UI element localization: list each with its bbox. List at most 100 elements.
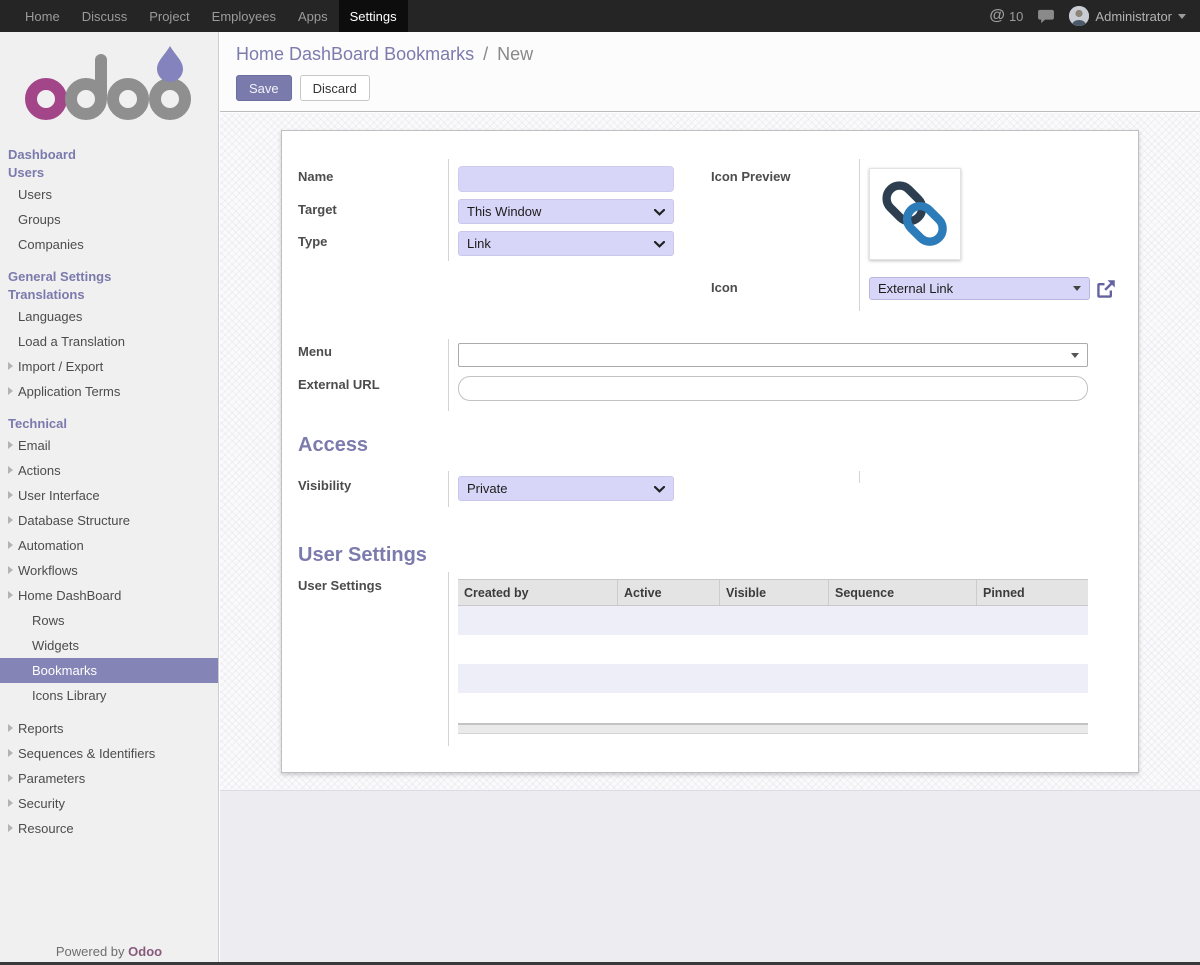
sidebar-item-security[interactable]: Security (0, 791, 218, 816)
chevron-right-icon (8, 362, 13, 370)
sidebar-item-reports[interactable]: Reports (0, 716, 218, 741)
column-visible[interactable]: Visible (720, 580, 829, 605)
menu-select[interactable] (458, 343, 1088, 367)
mentions-counter[interactable]: @ 10 (989, 7, 1023, 25)
chevron-right-icon (8, 566, 13, 574)
user-menu[interactable]: Administrator (1069, 6, 1186, 26)
chevron-right-icon (8, 466, 13, 474)
sidebar-heading-general-settings[interactable]: General Settings (0, 268, 218, 286)
sidebar-item-rows[interactable]: Rows (0, 608, 218, 633)
column-active[interactable]: Active (618, 580, 720, 605)
sidebar-item-database-structure[interactable]: Database Structure (0, 508, 218, 533)
sidebar-item-bookmarks[interactable]: Bookmarks (0, 658, 218, 683)
icon-preview-label: Icon Preview (711, 169, 790, 184)
nav-home[interactable]: Home (14, 0, 71, 32)
chevron-right-icon (8, 774, 13, 782)
external-url-input[interactable] (458, 376, 1088, 401)
sidebar-item-import-export[interactable]: Import / Export (0, 354, 218, 379)
odoo-logo (24, 46, 194, 122)
external-link-icon[interactable] (1096, 279, 1116, 299)
name-input[interactable] (458, 166, 674, 192)
nav-project[interactable]: Project (138, 0, 200, 32)
action-buttons: Save Discard (236, 75, 370, 101)
mention-count: 10 (1009, 9, 1023, 24)
sidebar-heading-translations[interactable]: Translations (0, 286, 218, 304)
sidebar-heading-technical[interactable]: Technical (0, 415, 218, 433)
chevron-right-icon (8, 591, 13, 599)
sidebar-item-resource[interactable]: Resource (0, 816, 218, 841)
chevron-down-icon (1178, 14, 1186, 19)
chevron-right-icon (8, 799, 13, 807)
chevron-right-icon (8, 824, 13, 832)
type-label: Type (298, 234, 327, 249)
sidebar-heading-dashboard[interactable]: Dashboard (0, 146, 218, 164)
table-row[interactable] (458, 606, 1088, 635)
column-sequence[interactable]: Sequence (829, 580, 977, 605)
top-menus: Home Discuss Project Employees Apps Sett… (14, 0, 408, 32)
user-settings-heading: User Settings (298, 544, 427, 567)
table-header-row: Created by Active Visible Sequence Pinne… (458, 579, 1088, 606)
icon-select[interactable]: External Link (869, 277, 1090, 300)
chevron-down-icon (654, 481, 665, 496)
sidebar-item-companies[interactable]: Companies (0, 232, 218, 257)
sidebar-item-email[interactable]: Email (0, 433, 218, 458)
sidebar-item-parameters[interactable]: Parameters (0, 766, 218, 791)
avatar (1069, 6, 1089, 26)
chevron-right-icon (8, 541, 13, 549)
sidebar: Dashboard Users Users Groups Companies G… (0, 32, 219, 965)
sidebar-menu: Dashboard Users Users Groups Companies G… (0, 146, 218, 841)
type-select[interactable]: Link (458, 231, 674, 256)
sidebar-item-actions[interactable]: Actions (0, 458, 218, 483)
sidebar-item-languages[interactable]: Languages (0, 304, 218, 329)
sidebar-heading-users[interactable]: Users (0, 164, 218, 182)
nav-apps[interactable]: Apps (287, 0, 339, 32)
name-label: Name (298, 169, 333, 184)
sidebar-item-user-interface[interactable]: User Interface (0, 483, 218, 508)
nav-discuss[interactable]: Discuss (71, 0, 139, 32)
sidebar-item-home-dashboard[interactable]: Home DashBoard (0, 583, 218, 608)
sidebar-item-sequences-identifiers[interactable]: Sequences & Identifiers (0, 741, 218, 766)
breadcrumb-parent-link[interactable]: Home DashBoard Bookmarks (236, 44, 474, 64)
access-heading: Access (298, 434, 368, 457)
chevron-down-icon (654, 204, 665, 219)
visibility-select[interactable]: Private (458, 476, 674, 501)
target-select[interactable]: This Window (458, 199, 674, 224)
topbar-right: @ 10 Administrator (989, 0, 1200, 32)
sidebar-item-workflows[interactable]: Workflows (0, 558, 218, 583)
table-row[interactable] (458, 664, 1088, 693)
nav-settings[interactable]: Settings (339, 0, 408, 32)
app-window: Home Discuss Project Employees Apps Sett… (0, 0, 1200, 965)
chat-icon[interactable] (1037, 9, 1055, 24)
table-row[interactable] (458, 635, 1088, 664)
caret-down-icon (1071, 353, 1079, 358)
chevron-right-icon (8, 387, 13, 395)
chevron-right-icon (8, 441, 13, 449)
chain-link-icon (877, 176, 953, 252)
nav-employees[interactable]: Employees (201, 0, 287, 32)
breadcrumb: Home DashBoard Bookmarks / New (236, 44, 533, 65)
main-area: Home DashBoard Bookmarks / New Save Disc… (220, 32, 1200, 965)
discard-button[interactable]: Discard (300, 75, 370, 101)
sidebar-item-automation[interactable]: Automation (0, 533, 218, 558)
sidebar-item-groups[interactable]: Groups (0, 207, 218, 232)
column-pinned[interactable]: Pinned (977, 580, 1088, 605)
breadcrumb-current: New (497, 44, 533, 64)
chevron-right-icon (8, 491, 13, 499)
column-created-by[interactable]: Created by (458, 580, 618, 605)
sidebar-item-widgets[interactable]: Widgets (0, 633, 218, 658)
sidebar-item-load-a-translation[interactable]: Load a Translation (0, 329, 218, 354)
caret-down-icon (1073, 286, 1081, 291)
breadcrumb-separator: / (479, 44, 492, 64)
chevron-right-icon (8, 749, 13, 757)
form-sheet: Name Target This Window Type Link Icon P… (281, 130, 1139, 773)
target-label: Target (298, 202, 337, 217)
sidebar-item-icons-library[interactable]: Icons Library (0, 683, 218, 708)
sidebar-item-users[interactable]: Users (0, 182, 218, 207)
user-settings-table: Created by Active Visible Sequence Pinne… (458, 579, 1088, 734)
powered-by: Powered by Odoo (0, 944, 218, 959)
table-row[interactable] (458, 693, 1088, 722)
save-button[interactable]: Save (236, 75, 292, 101)
user-settings-label: User Settings (298, 578, 382, 593)
sidebar-item-application-terms[interactable]: Application Terms (0, 379, 218, 404)
odoo-brand-link[interactable]: Odoo (128, 944, 162, 959)
